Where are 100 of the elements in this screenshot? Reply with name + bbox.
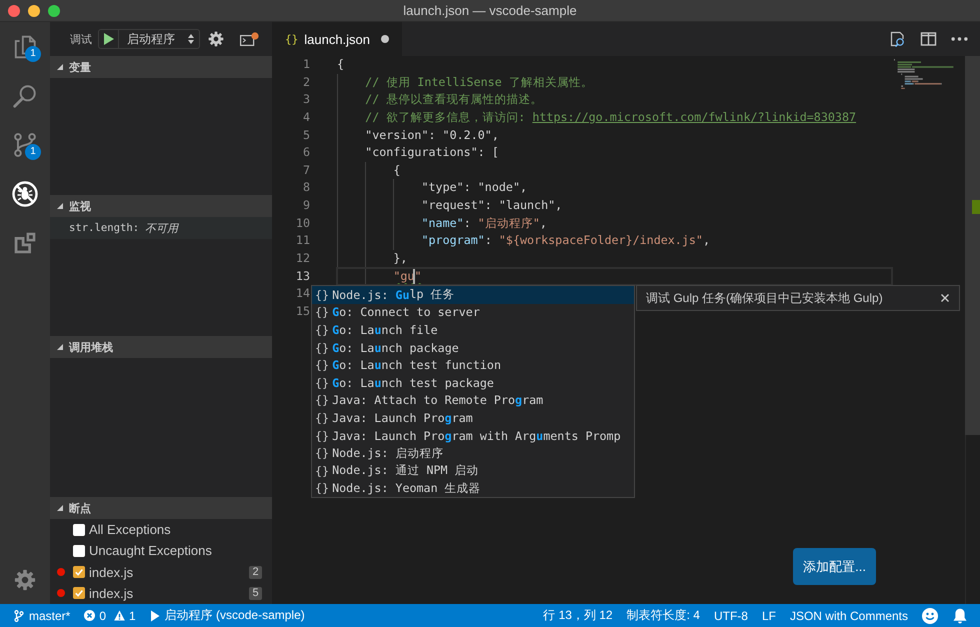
breakpoint-label: index.js [89,564,134,580]
debug-icon[interactable] [12,180,38,206]
play-icon [104,33,114,45]
text-cursor [413,268,416,284]
checkbox[interactable] [73,587,85,600]
suggestion-item[interactable]: {} Java: Attach to Remote Program [312,392,634,410]
code-line: "program": "${workspaceFolder}/index.js", [337,232,710,250]
bell-icon[interactable] [952,608,968,624]
watch-row[interactable]: str.length: 不可用 [50,217,272,239]
search-icon[interactable] [12,82,38,108]
problems-button[interactable]: 0 1 [77,604,143,627]
snippet-icon: {} [315,322,330,337]
snippet-icon: {} [315,464,330,478]
debug-label: 调试 [70,32,92,46]
snippet-icon: {} [315,305,330,320]
branch-icon [14,610,24,622]
snippet-icon: {} [315,410,330,425]
count-badge: 1 [25,46,41,62]
code-line: { [337,162,400,180]
line-number: 9 [302,197,311,214]
code-line: "configurations": [ [337,144,499,162]
window-title: launch.json — vscode-sample [403,3,577,18]
add-configuration-button[interactable]: 添加配置... [793,548,876,585]
line-number-badge: 2 [249,566,262,579]
section-header[interactable]: 监视 [50,195,272,217]
extensions-icon[interactable] [12,230,38,256]
snippet-icon: {} [315,340,330,355]
status-bar-item[interactable]: 行 13，列 12 [536,604,620,627]
breakpoint-dot-icon [57,589,65,598]
count-badge: 1 [25,144,41,160]
suggestion-item[interactable]: {} Java: Launch Program with Arguments Promp [312,426,634,444]
watch-value: 不可用 [145,222,178,236]
suggestion-item[interactable]: {} Go: Launch test package [312,374,634,392]
window-minimize-button[interactable] [28,4,40,16]
launch-button[interactable]: 启动程序 (vscode-sample) [142,604,312,627]
watch-expression: str.length: [69,222,140,234]
branch-button[interactable]: master* [7,604,78,627]
breakpoint-label: Uncaught Exceptions [89,543,212,558]
suggestion-item[interactable]: {} Go: Launch file [312,321,634,339]
line-number: 6 [302,144,311,162]
checkbox[interactable] [73,524,85,536]
code-line: { [337,56,344,73]
line-number: 14 [294,285,311,302]
status-bar-item[interactable]: 制表符长度: 4 [620,604,707,627]
overview-marker [972,200,980,214]
line-number: 13 [294,268,311,285]
suggestion-item[interactable]: {} Go: Launch test function [312,356,634,374]
snippet-icon: {} [315,358,330,372]
scrollbar-thumb[interactable] [965,56,980,435]
line-number: 1 [302,56,311,73]
suggestion-item[interactable]: {} Node.js: 通过 NPM 启动 [312,462,634,480]
split-editor-icon[interactable] [920,31,937,47]
code-line: // 欲了解更多信息，请访问: https://go.microsoft.com/fwlink/?linkid=830387 [337,108,856,127]
section-header[interactable]: 变量 [50,56,272,78]
line-number: 11 [294,232,311,250]
line-number: 7 [302,162,311,179]
suggestion-item[interactable]: {} Node.js: Yeoman 生成器 [312,480,634,498]
file-search-icon[interactable] [889,31,906,47]
close-icon[interactable] [941,294,949,302]
breakpoint-label: All Exceptions [89,522,171,538]
error-icon [84,610,96,621]
smiley-icon[interactable] [922,608,938,624]
debug-console-icon[interactable] [240,32,259,46]
checkbox[interactable] [73,566,85,578]
status-bar-item[interactable]: UTF-8 [706,604,755,627]
suggestion-item[interactable]: {} Go: Connect to server [312,304,634,322]
status-bar-item[interactable]: LF [754,604,783,627]
code-line: // 悬停以查看现有属性的描述。 [337,91,542,109]
line-number: 3 [302,91,311,108]
snippet-icon: {} [315,376,330,390]
suggestion-item[interactable]: {} Go: Launch package [312,338,634,356]
breakpoint-label: index.js [89,586,134,601]
section-header[interactable]: 断点 [50,497,272,519]
suggestion-item[interactable]: {} Node.js: Gulp 任务 [312,286,634,304]
code-line: "request": "launch", [337,197,562,215]
code-line: "version": "0.2.0", [337,126,499,144]
code-line: "name": "启动程序", [337,214,547,232]
snippet-icon: {} [315,393,330,408]
snippet-icon: {} [315,446,330,460]
checkbox[interactable] [73,544,85,557]
line-number: 5 [302,126,311,144]
editor-tab[interactable]: {} launch.json [272,22,402,56]
line-number: 2 [302,74,311,91]
suggestion-item[interactable]: {} Node.js: 启动程序 [312,444,634,462]
window-close-button[interactable] [8,4,20,16]
launch-config-select[interactable]: 启动程序 [119,30,199,48]
files-icon[interactable] [12,34,38,60]
source-control-icon[interactable] [12,132,38,158]
window-zoom-button[interactable] [48,4,60,16]
breakpoint-dot-icon [57,568,65,576]
settings-icon[interactable] [208,31,224,47]
line-number: 12 [294,250,311,268]
section-header[interactable]: 调用堆栈 [50,336,272,358]
suggestion-item[interactable]: {} Java: Launch Program [312,409,634,427]
comment-link[interactable]: https://go.microsoft.com/fwlink/?linkid=830387 [532,110,856,124]
snippet-icon: {} [315,428,330,443]
status-bar-item[interactable]: JSON with Comments [782,604,915,627]
code-line: "type": "node", [337,179,528,198]
warning-icon [114,610,126,621]
play-icon [150,610,160,622]
